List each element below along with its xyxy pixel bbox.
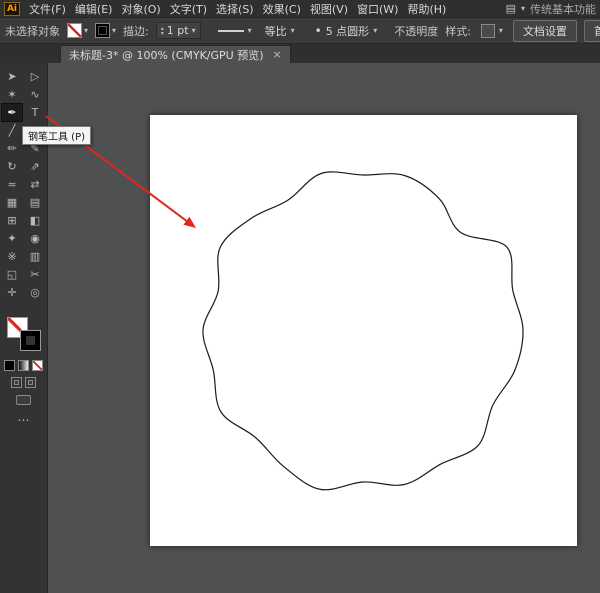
- scale-tool[interactable]: ⇗: [25, 158, 45, 175]
- menu-item-1[interactable]: 编辑(E): [75, 1, 113, 17]
- stroke-width-stepper[interactable]: ▴ ▾ 1 pt ▾: [155, 22, 201, 39]
- canvas-area[interactable]: [49, 63, 600, 593]
- close-icon[interactable]: ×: [273, 48, 282, 61]
- color-button[interactable]: [4, 360, 15, 371]
- menu-item-6[interactable]: 视图(V): [310, 1, 348, 17]
- fill-color-control[interactable]: ▾: [67, 23, 88, 38]
- style-dropdown[interactable]: ▾: [478, 22, 506, 40]
- stroke-black-swatch-icon: [95, 23, 111, 38]
- shape-builder-tool[interactable]: ▦: [2, 194, 22, 211]
- line-segment-tool[interactable]: ╱: [2, 122, 22, 139]
- symbol-sprayer-tool[interactable]: ※: [2, 248, 22, 265]
- screen-mode-button[interactable]: [16, 395, 31, 405]
- menu-item-4[interactable]: 选择(S): [216, 1, 254, 17]
- artboard-svg: [202, 171, 524, 491]
- stepper-arrows-icon[interactable]: ▴ ▾: [161, 25, 164, 36]
- menu-item-7[interactable]: 窗口(W): [357, 1, 398, 17]
- chevron-down-icon: ▾: [191, 26, 196, 35]
- gradient-button[interactable]: [18, 360, 29, 371]
- slice-tool[interactable]: ✂: [25, 266, 45, 283]
- chevron-down-icon: ▾: [112, 26, 117, 35]
- stroke-profile-dropdown[interactable]: ▾: [215, 24, 255, 37]
- tool-grid: ➤▷✶∿✒T╱▭✏✎↻⇗≈⇄▦▤⊞◧✦◉※▥◱✂✛◎: [1, 68, 45, 301]
- stroke-color-control[interactable]: ▾: [95, 23, 116, 38]
- hand-tool[interactable]: ✛: [2, 284, 22, 301]
- pen-tool-tooltip: 钢笔工具 (P): [22, 126, 92, 145]
- preferences-button[interactable]: 首选: [583, 19, 600, 42]
- chevron-down-icon: ▾: [84, 26, 89, 35]
- selection-tool[interactable]: ➤: [2, 68, 22, 85]
- fill-none-swatch-icon: [67, 23, 82, 38]
- draw-behind-button[interactable]: [25, 377, 36, 388]
- fill-stroke-indicator[interactable]: [6, 317, 41, 351]
- column-graph-tool[interactable]: ▥: [25, 248, 45, 265]
- chevron-down-icon: ▾: [290, 26, 295, 35]
- type-tool[interactable]: T: [25, 104, 45, 121]
- style-label: 样式:: [445, 24, 471, 38]
- document-tab-title: 未标题-3* @ 100% (CMYK/GPU 预览): [69, 48, 264, 62]
- document-tab[interactable]: 未标题-3* @ 100% (CMYK/GPU 预览) ×: [60, 45, 291, 63]
- free-transform-tool[interactable]: ⇄: [25, 176, 45, 193]
- menu-item-8[interactable]: 帮助(H): [407, 1, 446, 17]
- artboard[interactable]: [150, 115, 577, 546]
- gradient-tool[interactable]: ◧: [25, 212, 45, 229]
- zoom-tool[interactable]: ◎: [25, 284, 45, 301]
- stroke-black-indicator[interactable]: [19, 330, 41, 351]
- workspace-switcher[interactable]: 传统基本功能: [530, 1, 596, 17]
- artboard-tool[interactable]: ◱: [2, 266, 22, 283]
- brush-name: 5 点圆形: [325, 24, 370, 38]
- draw-normal-button[interactable]: [11, 377, 22, 388]
- perspective-grid-tool[interactable]: ▤: [25, 194, 45, 211]
- menu-bar: Ai 文件(F) 编辑(E) 对象(O) 文字(T) 选择(S) 效果(C) 视图(V) 窗口…: [0, 0, 600, 18]
- brush-dot-icon: •: [314, 23, 322, 38]
- mesh-tool[interactable]: ⊞: [2, 212, 22, 229]
- drawn-shape[interactable]: [202, 171, 524, 491]
- opacity-label[interactable]: 不透明度: [394, 23, 438, 39]
- chevron-down-icon: ▾: [520, 4, 525, 13]
- menu-bar-right: ▤ ▾ 传统基本功能: [506, 1, 596, 17]
- chevron-down-icon: ▾: [498, 26, 503, 35]
- width-tool[interactable]: ≈: [2, 176, 22, 193]
- draw-mode-row: [11, 377, 36, 388]
- width-profile-label: 等比: [264, 24, 287, 38]
- chevron-down-icon: ▾: [373, 26, 378, 35]
- blend-tool[interactable]: ◉: [25, 230, 45, 247]
- menu-item-2[interactable]: 对象(O): [121, 1, 160, 17]
- control-bar: 未选择对象 ▾ ▾ 描边: ▴ ▾ 1 pt ▾ ▾ 等比 ▾ • 5 点圆形 ▾…: [0, 18, 600, 44]
- magic-wand-tool[interactable]: ✶: [2, 86, 22, 103]
- eyedropper-tool[interactable]: ✦: [2, 230, 22, 247]
- lasso-tool[interactable]: ∿: [25, 86, 45, 103]
- paintbrush-tool[interactable]: ✏: [2, 140, 22, 157]
- brush-dropdown[interactable]: • 5 点圆形 ▾: [312, 21, 381, 41]
- style-swatch-icon: [480, 23, 495, 38]
- app-logo-icon: Ai: [4, 1, 20, 16]
- more-tools-button[interactable]: ⋯: [18, 413, 30, 427]
- selection-status: 未选择对象: [5, 24, 60, 38]
- menu-items: 文件(F) 编辑(E) 对象(O) 文字(T) 选择(S) 效果(C) 视图(V) 窗口(W)…: [29, 1, 446, 17]
- stroke-profile-line-icon: [217, 29, 244, 32]
- rotate-tool[interactable]: ↻: [2, 158, 22, 175]
- none-button[interactable]: [32, 360, 43, 371]
- menu-item-0[interactable]: 文件(F): [29, 1, 66, 17]
- menu-item-3[interactable]: 文字(T): [170, 1, 207, 17]
- stroke-label: 描边:: [123, 24, 149, 38]
- stroke-width-value[interactable]: 1 pt: [167, 24, 189, 37]
- menu-item-5[interactable]: 效果(C): [263, 1, 301, 17]
- document-setup-button[interactable]: 文档设置: [512, 19, 577, 42]
- color-mode-row: [4, 360, 43, 371]
- width-profile-dropdown[interactable]: 等比 ▾: [262, 21, 298, 41]
- pen-tool[interactable]: ✒: [1, 103, 23, 122]
- document-tab-bar: 未标题-3* @ 100% (CMYK/GPU 预览) ×: [0, 44, 600, 63]
- chevron-down-icon: ▾: [247, 26, 252, 35]
- direct-selection-tool[interactable]: ▷: [25, 68, 45, 85]
- app-bar-grid-icon[interactable]: ▤: [506, 2, 516, 15]
